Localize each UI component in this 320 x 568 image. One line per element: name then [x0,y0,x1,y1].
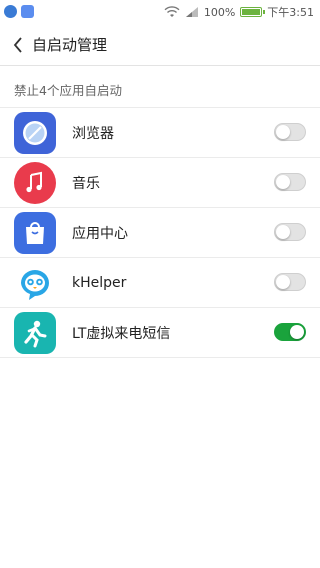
app-name: kHelper [72,274,127,291]
autostart-toggle[interactable] [274,273,306,291]
khelper-icon [14,261,56,304]
status-right: 100% 下午3:51 [164,4,314,20]
list-item[interactable]: LT虚拟来电短信 [0,308,320,358]
autostart-toggle[interactable] [274,223,306,241]
app-list: 浏览器 音乐 应用中心 kHelper LT虚拟来电短信 [0,107,320,358]
status-bar: 100% 下午3:51 [0,0,320,24]
clock: 下午3:51 [267,6,314,19]
battery-level [242,9,261,15]
list-item[interactable]: kHelper [0,258,320,308]
list-item[interactable]: 浏览器 [0,108,320,158]
app-name: 浏览器 [72,125,114,142]
notification-doc-icon [21,5,34,18]
page-title: 自启动管理 [32,36,108,54]
chevron-left-icon [13,36,22,53]
browser-icon [14,111,56,154]
autostart-toggle[interactable] [274,123,306,141]
notification-icons [4,5,34,18]
list-item[interactable]: 应用中心 [0,208,320,258]
wifi-icon [164,6,180,17]
header: 自启动管理 [0,24,320,66]
lt-call-icon [14,311,56,354]
app-name: 应用中心 [72,225,128,242]
battery-percent: 100% [203,5,236,19]
section-label: 禁止4个应用自启动 [14,83,122,98]
signal-icon [185,7,198,17]
list-item[interactable]: 音乐 [0,158,320,208]
battery-icon [240,7,266,17]
autostart-toggle[interactable] [274,173,306,191]
app-name: LT虚拟来电短信 [72,325,171,342]
back-button[interactable] [4,24,32,66]
app-name: 音乐 [72,175,100,192]
music-icon [14,161,56,204]
notification-app-icon [4,5,17,18]
autostart-toggle[interactable] [274,323,306,341]
app-center-icon [14,211,56,254]
